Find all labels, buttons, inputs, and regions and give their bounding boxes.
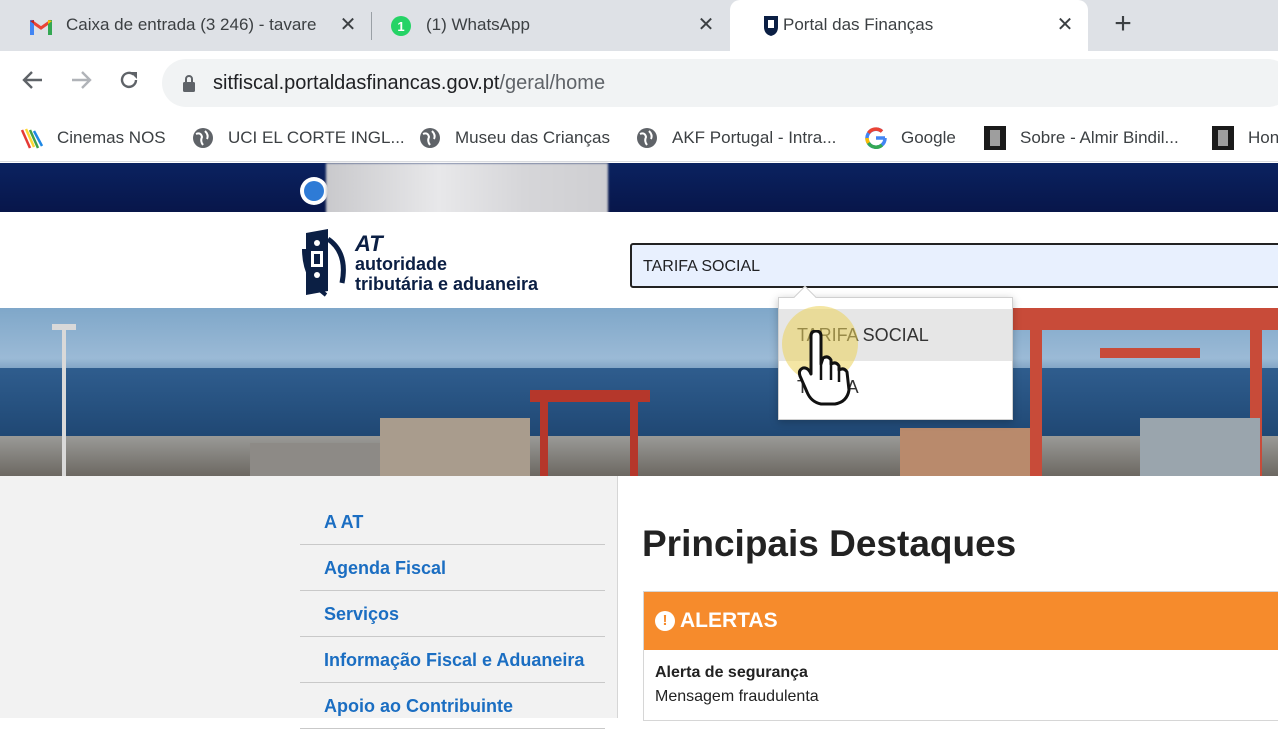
hero-building — [380, 418, 530, 476]
tab-title: (1) WhatsApp — [426, 15, 530, 34]
logo-line-2: autoridade — [355, 254, 448, 274]
bookmark-page-icon — [1211, 126, 1235, 150]
alerts-title: ALERTAS — [680, 609, 778, 632]
bookmark-google[interactable]: Google — [864, 124, 956, 152]
hero-crane — [1100, 348, 1200, 358]
nav-item-agenda-fiscal[interactable]: Agenda Fiscal — [300, 545, 605, 591]
close-tab-icon[interactable]: ✕ — [336, 13, 360, 37]
hero-quay — [0, 436, 1278, 476]
hero-crane — [1030, 308, 1042, 476]
hero-banner-image — [0, 308, 1278, 476]
globe-icon — [635, 126, 659, 150]
alert-item-text: Mensagem fraudulenta — [655, 688, 819, 705]
at-logo-text: AT autoridade tributária e aduaneira — [355, 231, 539, 295]
whatsapp-icon: 1 — [390, 15, 412, 37]
page-heading: Principais Destaques — [642, 523, 1017, 564]
lock-icon — [182, 74, 196, 97]
address-bar[interactable]: sitfiscal.portaldasfinancas.gov.pt/geral… — [162, 59, 1278, 107]
bookmark-label: UCI EL CORTE INGL... — [228, 128, 405, 147]
alert-item-title[interactable]: Alerta de segurança — [655, 664, 808, 682]
nos-icon — [20, 126, 44, 150]
hero-containers — [900, 428, 1030, 476]
hero-lamp-post — [62, 328, 66, 476]
bookmark-uci[interactable]: UCI EL CORTE INGL... — [191, 124, 405, 152]
alerts-header: ! ALERTAS — [644, 592, 1278, 650]
close-tab-icon[interactable]: ✕ — [694, 13, 718, 37]
url-path: /geral/home — [499, 72, 606, 94]
hero-crane — [1010, 308, 1278, 330]
hero-crane — [630, 390, 638, 476]
nav-item-a-at[interactable]: A AT — [300, 499, 605, 545]
globe-icon — [418, 126, 442, 150]
nav-item-apoio-contribuinte[interactable]: Apoio ao Contribuinte — [300, 683, 605, 729]
new-tab-button[interactable]: + — [1108, 9, 1138, 40]
globe-icon — [191, 126, 215, 150]
main-content: A AT Agenda Fiscal Serviços Informação F… — [0, 476, 1278, 729]
hero-lamp — [52, 324, 76, 330]
logo-line-3: tributária e aduaneira — [355, 274, 539, 294]
hero-building — [250, 443, 380, 476]
nav-item-informacao-fiscal[interactable]: Informação Fiscal e Aduaneira — [300, 637, 605, 683]
at-portal-icon — [760, 15, 782, 37]
url-host: sitfiscal.portaldasfinancas.gov.pt — [213, 72, 500, 94]
bookmark-label: Hon — [1248, 128, 1278, 147]
bookmark-almir[interactable]: Sobre - Almir Bindil... — [983, 124, 1179, 152]
hand-cursor-icon — [797, 329, 859, 406]
bookmark-label: Sobre - Almir Bindil... — [1020, 128, 1179, 147]
tab-gmail[interactable]: Caixa de entrada (3 246) - tavare ✕ — [0, 0, 370, 51]
site-search-input[interactable]: TARIFA SOCIAL — [630, 243, 1278, 288]
bookmark-page-icon — [983, 126, 1007, 150]
at-logo-icon[interactable] — [302, 229, 350, 297]
google-icon — [864, 126, 888, 150]
bookmark-label: Cinemas NOS — [57, 128, 166, 147]
nav-item-servicos[interactable]: Serviços — [300, 591, 605, 637]
left-navigation: A AT Agenda Fiscal Serviços Informação F… — [0, 476, 618, 729]
url-text: sitfiscal.portaldasfinancas.gov.pt/geral… — [213, 72, 605, 95]
tab-title: Portal das Finanças — [783, 15, 934, 34]
bookmark-akf[interactable]: AKF Portugal - Intra... — [635, 124, 836, 152]
hero-containers — [1140, 418, 1260, 476]
gmail-icon — [30, 15, 52, 37]
site-header: AT autoridade tributária e aduaneira TAR… — [0, 212, 1278, 308]
browser-tab-strip: Caixa de entrada (3 246) - tavare ✕ 1 (1… — [0, 0, 1278, 51]
tab-portal-financas[interactable]: Portal das Finanças ✕ — [730, 0, 1088, 51]
bookmark-label: AKF Portugal - Intra... — [672, 128, 837, 147]
bookmark-label: Museu das Crianças — [455, 128, 610, 147]
bookmark-museu[interactable]: Museu das Crianças — [418, 124, 610, 152]
reload-icon[interactable] — [113, 67, 145, 99]
search-input-value: TARIFA SOCIAL — [643, 258, 761, 275]
hero-crane — [540, 390, 548, 476]
bookmark-cinemas-nos[interactable]: Cinemas NOS — [20, 124, 166, 152]
logo-line-1: AT — [355, 231, 383, 256]
site-top-bar — [0, 163, 1278, 215]
user-avatar-icon[interactable] — [300, 177, 328, 205]
bookmarks-bar: Cinemas NOS UCI EL CORTE INGL... Museu d… — [0, 114, 1278, 162]
tab-title: Caixa de entrada (3 246) - tavare — [66, 15, 317, 34]
forward-arrow-icon[interactable] — [65, 67, 97, 99]
redacted-username — [326, 163, 608, 215]
bookmark-hon[interactable]: Hon — [1211, 124, 1278, 152]
alerts-panel: ! ALERTAS Alerta de segurança Mensagem f… — [643, 591, 1278, 721]
hero-sea — [0, 368, 1278, 438]
tab-whatsapp[interactable]: 1 (1) WhatsApp ✕ — [360, 0, 728, 51]
browser-toolbar: sitfiscal.portaldasfinancas.gov.pt/geral… — [0, 51, 1278, 114]
back-arrow-icon[interactable] — [17, 67, 49, 99]
svg-text:1: 1 — [397, 19, 404, 34]
bookmark-label: Google — [901, 128, 956, 147]
close-tab-icon[interactable]: ✕ — [1053, 13, 1077, 37]
exclamation-icon: ! — [655, 611, 675, 631]
